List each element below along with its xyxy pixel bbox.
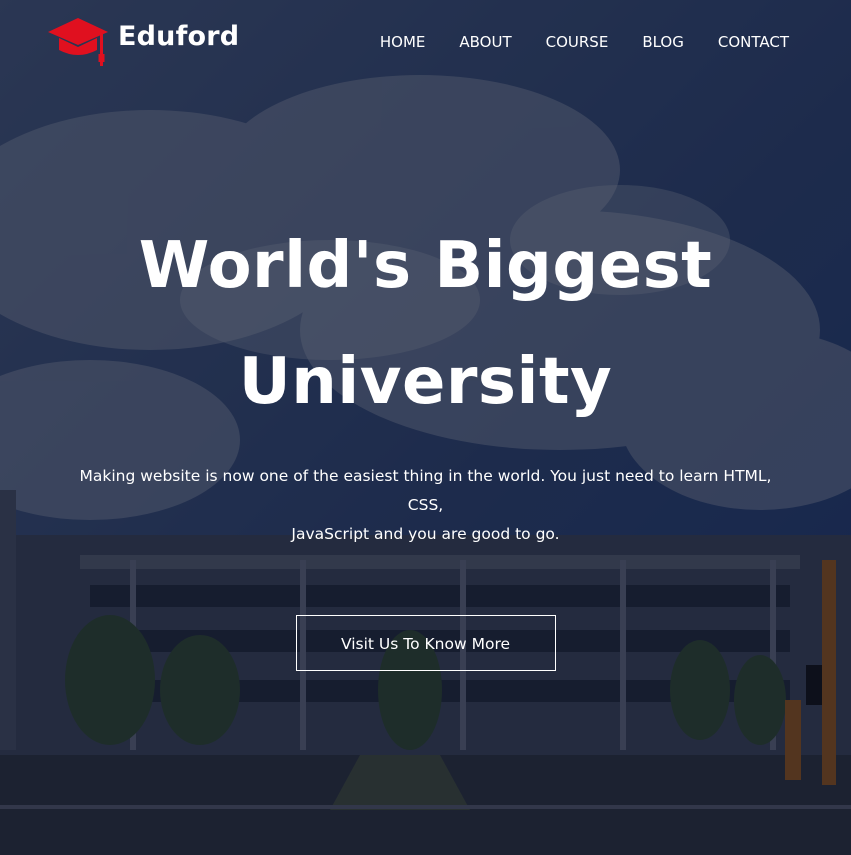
graduation-cap-icon xyxy=(48,18,108,66)
top-navbar: Eduford HOME ABOUT COURSE BLOG CONTACT xyxy=(0,0,851,86)
brand-name: Eduford xyxy=(118,20,240,52)
hero-title-line-1: World's Biggest xyxy=(138,229,713,303)
nav-item-home[interactable]: HOME xyxy=(380,33,426,51)
hero-subtitle: Making website is now one of the easiest… xyxy=(66,462,786,549)
brand-logo[interactable]: Eduford xyxy=(46,14,239,68)
visit-us-button[interactable]: Visit Us To Know More xyxy=(295,615,556,671)
hero-subtitle-line-1: Making website is now one of the easiest… xyxy=(79,467,772,514)
hero-title: World's Biggest University xyxy=(0,208,851,440)
nav-item-course[interactable]: COURSE xyxy=(546,33,609,51)
nav-item-about[interactable]: ABOUT xyxy=(459,33,511,51)
main-menu: HOME ABOUT COURSE BLOG CONTACT xyxy=(346,33,789,51)
hero-title-line-2: University xyxy=(238,345,613,419)
nav-item-blog[interactable]: BLOG xyxy=(642,33,684,51)
hero-section: Eduford HOME ABOUT COURSE BLOG CONTACT W… xyxy=(0,0,851,855)
hero-subtitle-line-2: JavaScript and you are good to go. xyxy=(291,525,560,543)
nav-item-contact[interactable]: CONTACT xyxy=(718,33,789,51)
hero-text-box: World's Biggest University Making websit… xyxy=(0,208,851,671)
